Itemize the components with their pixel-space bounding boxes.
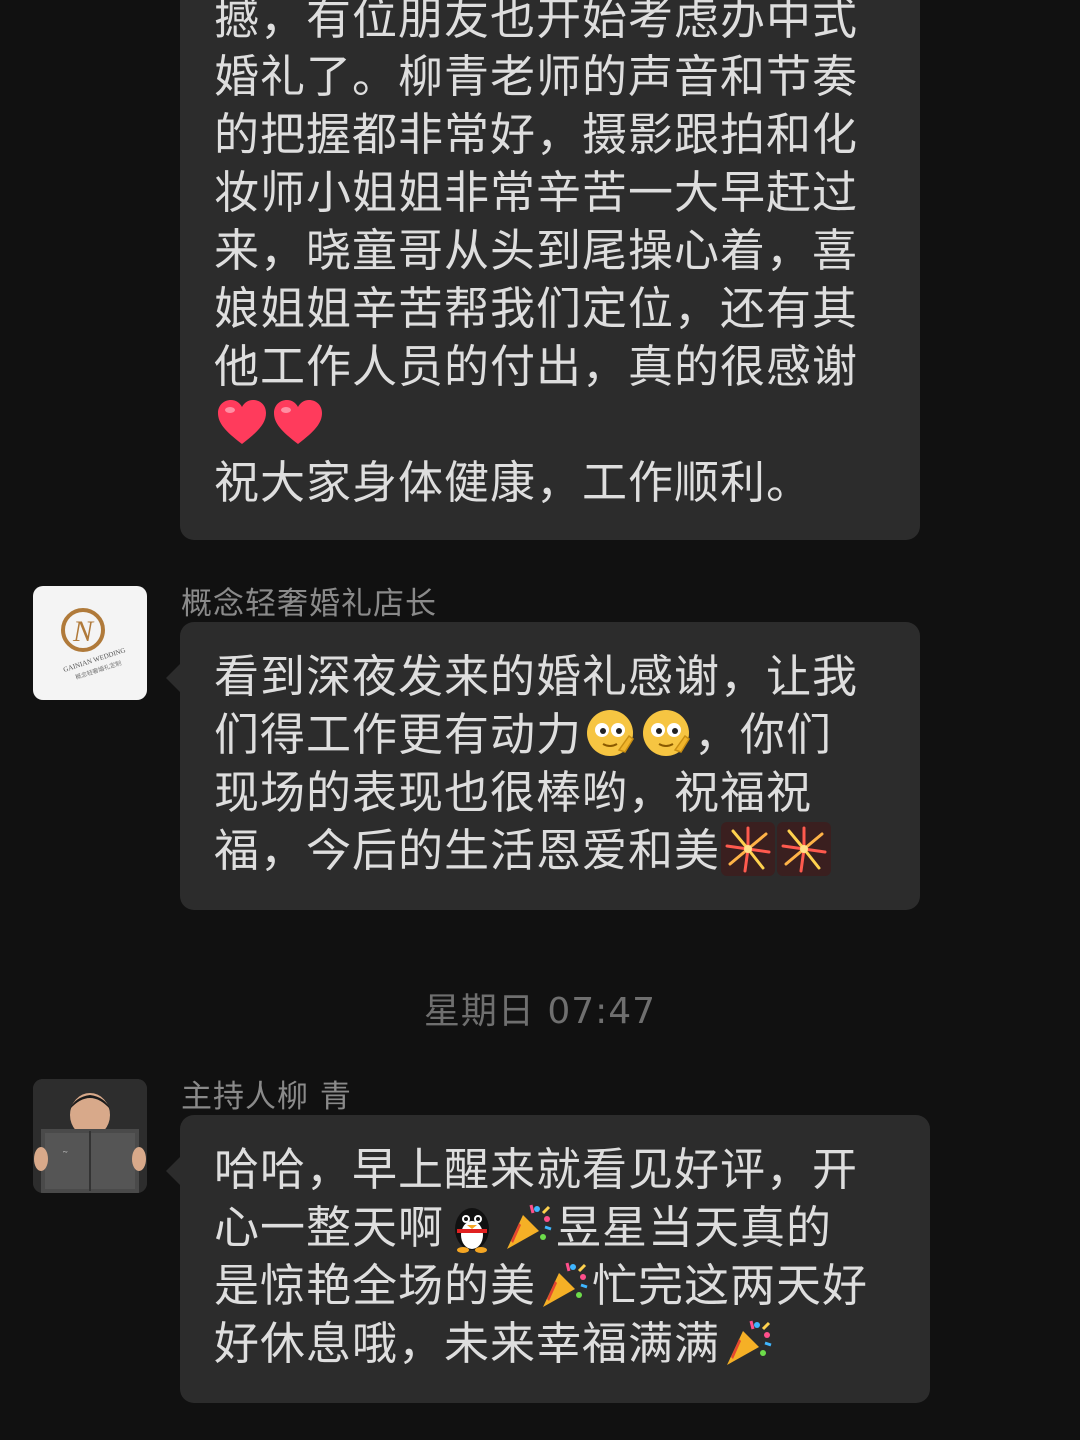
message-line-with-emoji: 福，今后的生活恩爱和美 <box>214 822 886 880</box>
message-line: 的把握都非常好，摄影跟拍和化 <box>214 108 859 161</box>
penguin-icon <box>445 1199 499 1253</box>
host-photo-icon: ~ <box>33 1079 147 1193</box>
emoji-line <box>214 396 886 454</box>
message-line: 祝大家身体健康，工作顺利。 <box>214 456 813 509</box>
message-bubble-reply-host[interactable]: 哈哈，早上醒来就看见好评，开 心一整天啊 昱星当天真的 是惊艳全场的美 忙完这两… <box>166 1115 930 1403</box>
message-text: ，你们 <box>694 708 833 761</box>
message-text: 心一整天啊 <box>214 1201 445 1254</box>
message-line-with-emoji: 是惊艳全场的美 忙完这两天好 <box>214 1257 896 1315</box>
message-text: 好休息哦，未来幸福满满 <box>214 1317 721 1370</box>
message-line: 现场的表现也很棒哟，祝福祝 <box>214 766 813 819</box>
message-line: 看到深夜发来的婚礼感谢，让我 <box>214 650 859 703</box>
message-bubble-reply-shop[interactable]: 看到深夜发来的婚礼感谢，让我 们得工作更有动力 ，你们 现场的表现也很棒哟，祝福… <box>166 622 920 910</box>
party-popper-icon <box>721 1315 775 1369</box>
message-line: 来，晓童哥从头到尾操心着，喜 <box>214 224 859 277</box>
gainian-logo-icon: N GAINIAN WEDDING 概念轻奢婚礼定制 <box>61 608 127 681</box>
message-line: 婚礼了。柳青老师的声音和节奏 <box>214 50 859 103</box>
message-line: 他工作人员的付出，真的很感谢 <box>214 340 859 393</box>
message-text: 是惊艳全场的美 <box>214 1259 537 1312</box>
red-heart-icon <box>271 396 325 450</box>
message-line-with-emoji: 心一整天啊 昱星当天真的 <box>214 1199 896 1257</box>
chat-screen: 撼，有位朋友也开始考虑办中式 婚礼了。柳青老师的声音和节奏 的把握都非常好，摄影… <box>0 0 1080 1440</box>
sender-name-host: 主持人柳 青 <box>181 1079 352 1115</box>
thinking-face-icon <box>639 706 693 760</box>
message-text: 们得工作更有动力 <box>214 708 583 761</box>
message-line: 撼，有位朋友也开始考虑办中式 <box>214 0 859 45</box>
fireworks-icon <box>777 822 832 876</box>
party-popper-icon <box>501 1199 555 1253</box>
svg-text:N: N <box>72 615 95 648</box>
message-text: 忙完这两天好 <box>592 1259 869 1312</box>
message-bubble-thanks[interactable]: 撼，有位朋友也开始考虑办中式 婚礼了。柳青老师的声音和节奏 的把握都非常好，摄影… <box>180 0 920 540</box>
message-line-with-emoji: 好休息哦，未来幸福满满 <box>214 1315 896 1373</box>
message-line: 娘姐姐辛苦帮我们定位，还有其 <box>214 282 859 335</box>
red-heart-icon <box>215 396 269 450</box>
chat-timestamp: 星期日 07:47 <box>423 991 657 1032</box>
svg-text:~: ~ <box>63 1147 68 1157</box>
thinking-face-icon <box>583 706 637 760</box>
avatar-host[interactable]: ~ <box>33 1079 147 1193</box>
avatar-shop-manager[interactable]: N GAINIAN WEDDING 概念轻奢婚礼定制 <box>33 586 147 700</box>
message-line-with-emoji: 们得工作更有动力 ，你们 <box>214 706 886 764</box>
party-popper-icon <box>537 1257 591 1311</box>
message-text: 福，今后的生活恩爱和美 <box>214 824 721 877</box>
message-line: 妆师小姐姐非常辛苦一大早赶过 <box>214 166 859 219</box>
bubble-tail <box>166 664 180 692</box>
message-text: 昱星当天真的 <box>556 1201 833 1254</box>
fireworks-icon <box>721 822 776 876</box>
bubble-tail <box>166 1157 180 1185</box>
message-line: 哈哈，早上醒来就看见好评，开 <box>214 1143 859 1196</box>
sender-name-shop-manager: 概念轻奢婚礼店长 <box>181 586 437 622</box>
